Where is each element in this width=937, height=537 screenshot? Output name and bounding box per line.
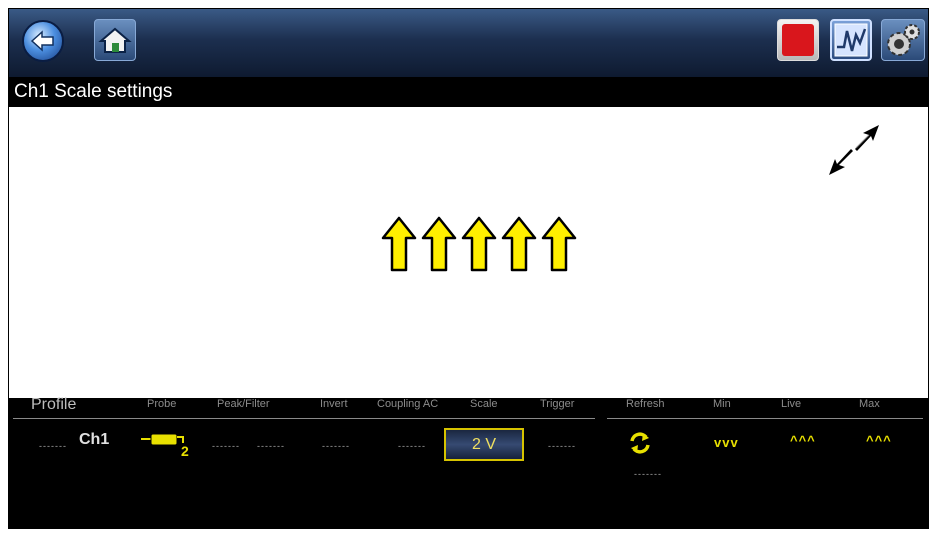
back-icon: [30, 30, 54, 52]
header-coupling: Coupling AC: [377, 398, 439, 410]
home-button[interactable]: [94, 19, 136, 61]
scale-selector[interactable]: 2 V: [444, 428, 524, 461]
invert-value[interactable]: -------: [322, 441, 350, 451]
header-peak-filter: Peak/Filter: [217, 398, 270, 410]
header-divider: [607, 418, 923, 419]
page-title: Ch1 Scale settings: [9, 77, 928, 107]
header-scale: Scale: [470, 398, 498, 410]
header-min: Min: [713, 398, 731, 410]
arrow-up-icon: [541, 216, 577, 272]
header-divider: [13, 418, 595, 419]
filter-value[interactable]: -------: [257, 441, 285, 451]
refresh-icon[interactable]: [628, 431, 652, 455]
fullscreen-toggle-icon[interactable]: [825, 121, 883, 179]
scale-adjust-arrows[interactable]: [379, 214, 589, 274]
header-max: Max: [859, 398, 880, 410]
scope-view-button[interactable]: [830, 19, 872, 61]
arrow-up-icon: [501, 216, 537, 272]
home-icon: [98, 27, 132, 53]
header-trigger: Trigger: [540, 398, 575, 410]
trigger-value[interactable]: -------: [548, 441, 576, 451]
scope-icon: [834, 23, 868, 57]
app-window: Ch1 Scale settings Profile Probe Peak/Fi…: [8, 8, 929, 529]
svg-text:2: 2: [181, 443, 189, 459]
arrow-up-icon: [381, 216, 417, 272]
arrow-up-icon: [461, 216, 497, 272]
toolbar: [9, 9, 928, 77]
max-indicator[interactable]: ^^^: [866, 433, 892, 448]
profile-value[interactable]: -------: [39, 441, 67, 451]
header-refresh: Refresh: [626, 398, 665, 410]
peak-value[interactable]: -------: [212, 441, 240, 451]
coupling-value[interactable]: -------: [398, 441, 426, 451]
channel-label[interactable]: Ch1: [79, 431, 109, 449]
stop-button[interactable]: [777, 19, 819, 61]
header-live: Live: [781, 398, 802, 410]
live-indicator[interactable]: ^^^: [790, 433, 816, 448]
refresh-value: -------: [634, 469, 662, 479]
header-profile: Profile: [31, 396, 77, 413]
back-button[interactable]: [22, 20, 64, 62]
header-invert: Invert: [320, 398, 348, 410]
stop-icon: [782, 24, 814, 56]
min-indicator[interactable]: vvv: [714, 435, 739, 450]
probe-icon[interactable]: 2: [139, 429, 195, 459]
settings-icon: [887, 24, 920, 56]
header-probe: Probe: [147, 398, 177, 410]
channel-settings-panel: Profile Probe Peak/Filter Invert Couplin…: [9, 396, 928, 528]
settings-button[interactable]: [881, 19, 925, 61]
arrow-up-icon: [421, 216, 457, 272]
